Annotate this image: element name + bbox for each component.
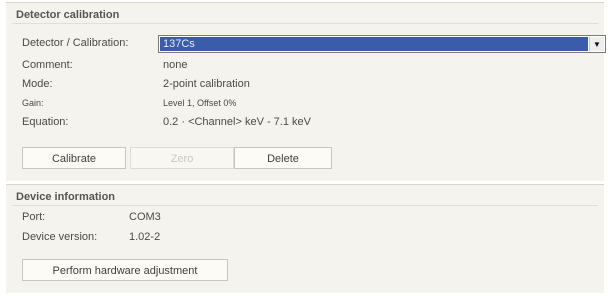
- gain-label: Gain:: [22, 98, 44, 108]
- section-divider: [12, 23, 598, 24]
- chevron-down-icon[interactable]: ▼: [589, 37, 604, 51]
- device-information-panel: Device information Port: COM3 Device ver…: [6, 184, 604, 293]
- detector-calibration-selected-value: 137Cs: [160, 37, 588, 51]
- detector-calibration-title: Detector calibration: [16, 9, 120, 21]
- port-label: Port:: [22, 211, 46, 223]
- mode-row: Mode: 2-point calibration: [22, 76, 602, 92]
- gain-row: Gain: Level 1, Offset 0%: [22, 95, 602, 111]
- device-version-row: Device version: 1.02-2: [22, 229, 322, 245]
- device-version-label: Device version:: [22, 231, 98, 243]
- comment-label: Comment:: [22, 59, 73, 71]
- equation-label: Equation:: [22, 116, 69, 128]
- zero-button[interactable]: Zero: [130, 147, 234, 169]
- detector-label: Detector / Calibration:: [22, 37, 129, 49]
- port-row: Port: COM3: [22, 209, 322, 225]
- comment-row: Comment: none: [22, 57, 602, 73]
- detector-calibration-select[interactable]: 137Cs ▼: [158, 35, 606, 53]
- detector-row: Detector / Calibration:: [22, 35, 162, 51]
- section-divider: [12, 205, 598, 206]
- mode-label: Mode:: [22, 78, 53, 90]
- device-version-value: 1.02-2: [129, 231, 161, 243]
- delete-button[interactable]: Delete: [234, 147, 332, 169]
- device-information-title: Device information: [16, 191, 116, 203]
- comment-value: none: [163, 59, 188, 71]
- gain-value: Level 1, Offset 0%: [163, 98, 237, 108]
- mode-value: 2-point calibration: [163, 78, 250, 90]
- port-value: COM3: [129, 211, 161, 223]
- perform-hardware-adjustment-button[interactable]: Perform hardware adjustment: [22, 259, 228, 281]
- detector-calibration-panel: Detector calibration Detector / Calibrat…: [6, 2, 606, 181]
- equation-row: Equation: 0.2 · <Channel> keV - 7.1 keV: [22, 114, 602, 130]
- calibrate-button[interactable]: Calibrate: [22, 147, 126, 169]
- equation-value: 0.2 · <Channel> keV - 7.1 keV: [163, 116, 311, 128]
